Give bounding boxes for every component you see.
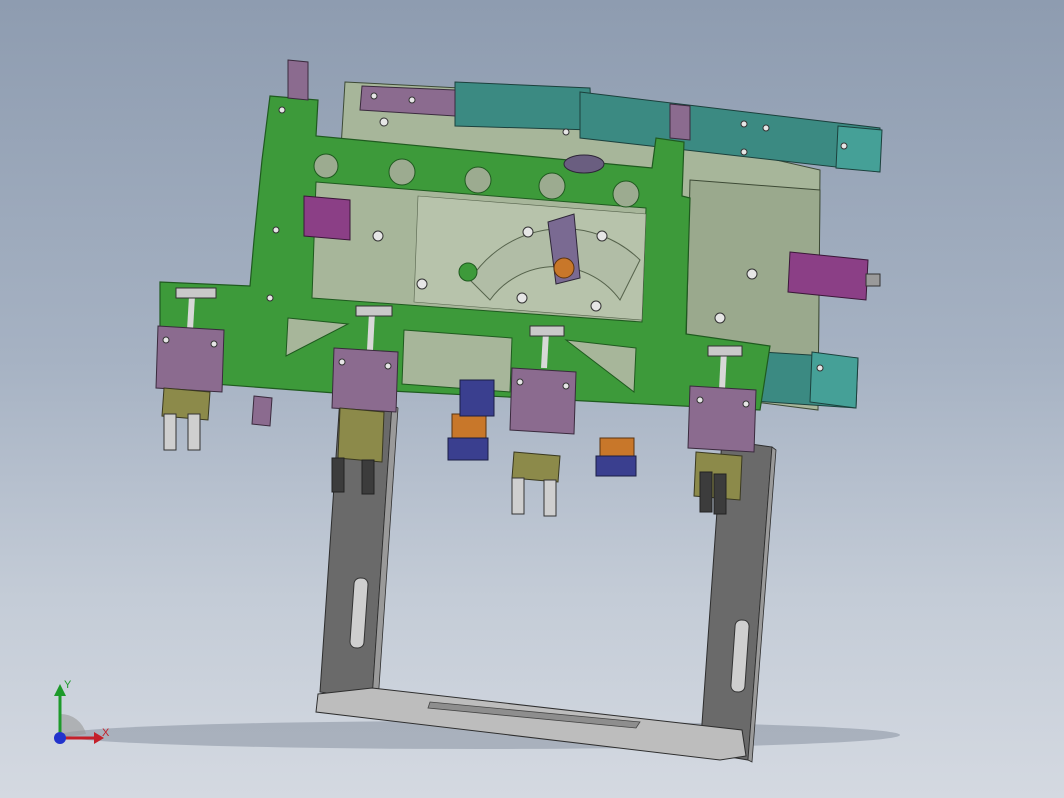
plate-hole-3 <box>464 166 492 194</box>
top-guide-post-right[interactable] <box>669 103 691 141</box>
coordinate-triad-icon <box>54 684 104 744</box>
screw <box>278 106 286 114</box>
nozzle-head-3-collar <box>529 325 565 337</box>
nozzle-head-2-rod <box>367 311 375 351</box>
screw <box>714 312 726 324</box>
cam-link-boss <box>458 262 478 282</box>
screw <box>162 336 170 344</box>
top-rail-carriage-left[interactable] <box>454 81 593 131</box>
nozzle-head-3-block[interactable] <box>509 367 577 435</box>
bottom-rail-end <box>809 351 859 409</box>
nozzle-head-4-block[interactable] <box>687 385 757 453</box>
nozzle-head-1-rod <box>187 295 195 331</box>
cam-hub-top <box>563 154 605 174</box>
screw <box>370 92 378 100</box>
screw <box>746 268 758 280</box>
screw <box>516 292 528 304</box>
screw <box>266 294 274 302</box>
bottom-guide-post-left[interactable] <box>251 395 273 427</box>
screw <box>590 300 602 312</box>
screw <box>816 364 824 372</box>
cylinder-right-cap <box>595 455 637 477</box>
screw <box>696 396 704 404</box>
screw <box>210 340 218 348</box>
nozzle-head-2-yoke <box>337 407 385 463</box>
cylinder-left-top <box>459 379 495 417</box>
screw <box>742 400 750 408</box>
cam-pivot <box>553 257 575 279</box>
screw <box>408 96 416 104</box>
screw <box>338 358 346 366</box>
screw <box>516 378 524 386</box>
nozzle-head-3-tip-b <box>543 479 557 517</box>
nozzle-head-4-collar <box>707 345 743 357</box>
screw <box>416 278 428 290</box>
nozzle-head-2-block[interactable] <box>331 347 399 413</box>
screw <box>596 230 608 242</box>
cylinder-left-cap <box>447 437 489 461</box>
nozzle-head-1-block[interactable] <box>155 325 225 393</box>
nozzle-head-2-tip-a <box>331 457 345 493</box>
left-clamp-block[interactable] <box>303 195 351 241</box>
screw <box>522 226 534 238</box>
nozzle-head-3-tip-a <box>511 477 525 515</box>
cad-model-assembly[interactable] <box>0 0 1064 798</box>
graphics-viewport[interactable]: Y X <box>0 0 1064 798</box>
nozzle-head-2-tip-b <box>361 459 375 495</box>
plate-hole-2 <box>388 158 416 186</box>
side-cylinder-fitting <box>865 273 881 287</box>
nozzle-head-4-tip-b <box>713 473 727 515</box>
nozzle-head-3-rod <box>541 331 549 369</box>
screw <box>372 230 384 242</box>
axis-x-label: X <box>102 727 110 739</box>
plate-hole-4 <box>538 172 566 200</box>
nozzle-head-2-collar <box>355 305 393 317</box>
screw <box>562 128 570 136</box>
nozzle-head-1-tip-a <box>163 413 177 451</box>
screw <box>840 142 848 150</box>
coordinate-triad: Y X <box>44 674 124 754</box>
screw <box>740 120 748 128</box>
side-cylinder[interactable] <box>787 251 881 301</box>
nozzle-head-1-collar <box>175 287 217 299</box>
screw <box>384 362 392 370</box>
screw <box>762 124 770 132</box>
plate-hole-5 <box>612 180 640 208</box>
left-clamp-body[interactable] <box>303 195 351 241</box>
screw <box>379 117 389 127</box>
nozzle-head-4-tip-a <box>699 471 713 513</box>
nozzle-head-1-tip-b <box>187 413 201 451</box>
top-guide-post-left[interactable] <box>287 59 309 101</box>
side-cylinder-body[interactable] <box>787 251 869 301</box>
screw <box>562 382 570 390</box>
plate-hole-1 <box>313 153 339 179</box>
screw <box>740 148 748 156</box>
axis-y-label: Y <box>64 679 72 691</box>
cylinder-right[interactable] <box>595 437 637 477</box>
plate-middle-slot <box>401 329 513 393</box>
screw <box>272 226 280 234</box>
